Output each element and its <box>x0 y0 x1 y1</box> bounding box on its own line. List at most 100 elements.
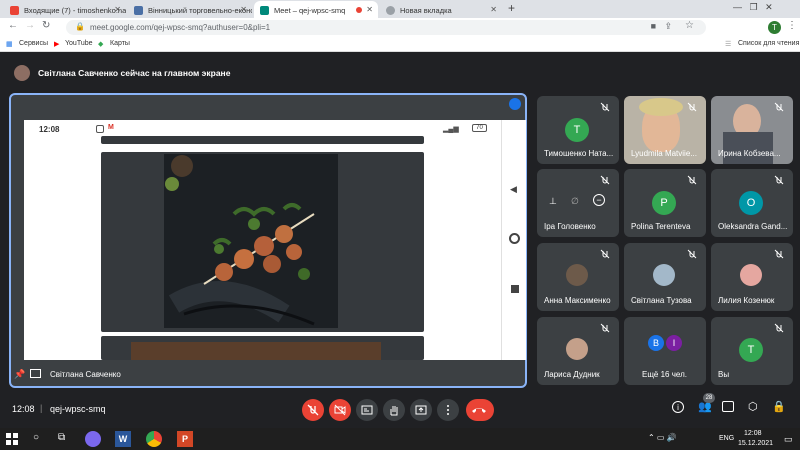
close-icon[interactable]: ✕ <box>366 5 373 14</box>
apps-grid-icon[interactable]: ▦ <box>6 40 13 48</box>
clock-time: 12:08 <box>744 430 762 437</box>
more-participants-tile[interactable]: B I Ещё 16 чел. <box>624 317 706 385</box>
tab-label: Вінницький торговельно-еконс <box>148 6 252 15</box>
camera-icon[interactable]: ■ <box>651 21 656 31</box>
participant-tile[interactable]: ⊥ ∅ − Іра Головенко <box>537 169 619 237</box>
tab-label: Новая вкладка <box>400 6 452 15</box>
bookmark-services[interactable]: Сервисы <box>19 40 48 47</box>
participant-name: Іра Головенко <box>544 222 596 231</box>
participant-tile[interactable]: Ирина Кобзева... <box>711 96 793 164</box>
avatar <box>653 264 675 286</box>
food-photo <box>164 154 338 328</box>
participant-name: Лариса Дудник <box>544 370 600 379</box>
participant-name: Oleksandra Gand... <box>718 222 788 231</box>
present-button[interactable] <box>410 399 432 421</box>
url-field[interactable]: 🔒 meet.google.com/qej-wpsc-smq?authuser=… <box>66 20 706 35</box>
speaking-indicator-icon <box>509 98 521 110</box>
pin-icon[interactable]: ⊥ <box>549 196 557 207</box>
bookmark-star-icon[interactable]: ☆ <box>685 20 694 31</box>
search-icon[interactable]: ○ <box>33 432 39 443</box>
camera-toggle-button[interactable] <box>329 399 351 421</box>
site-icon <box>134 6 143 15</box>
task-view-icon[interactable]: ⧉ <box>58 432 65 443</box>
tab-gmail[interactable]: Входящие (7) - timoshenko.nata ✕ <box>4 1 126 18</box>
mic-off-icon <box>774 102 784 112</box>
chat-icon[interactable] <box>722 401 734 412</box>
gmail-icon: M <box>108 124 114 131</box>
home-circle-icon[interactable] <box>509 233 520 244</box>
language-indicator[interactable]: ENG <box>719 435 734 442</box>
end-call-button[interactable] <box>466 399 494 421</box>
new-tab-icon[interactable]: + <box>508 1 515 15</box>
lock-icon: 🔒 <box>75 22 85 31</box>
participant-tile[interactable]: T Тимошенко Ната... <box>537 96 619 164</box>
participant-name: Ирина Кобзева... <box>718 149 781 158</box>
tab-meet[interactable]: Meet – qej-wpsc-smq ✕ <box>254 1 378 18</box>
reload-icon[interactable]: ↻ <box>42 20 50 31</box>
bookmark-maps[interactable]: Карты <box>110 40 130 47</box>
recents-square-icon[interactable] <box>511 285 519 293</box>
participant-name: Вы <box>718 370 730 379</box>
meet-icon <box>260 6 269 15</box>
reading-list[interactable]: Список для чтения <box>738 40 799 47</box>
back-icon[interactable]: ← <box>8 20 18 31</box>
clock-date: 15.12.2021 <box>738 440 774 447</box>
activities-icon[interactable]: ⬡ <box>748 400 758 413</box>
avatar <box>740 264 762 286</box>
profile-avatar[interactable]: T <box>768 21 781 34</box>
meeting-code: qej-wpsc-smq <box>50 404 106 414</box>
avatar <box>14 65 30 81</box>
info-icon[interactable]: i <box>672 401 684 413</box>
close-icon[interactable]: ✕ <box>240 5 247 14</box>
powerpoint-icon[interactable]: P <box>177 431 193 447</box>
window-controls[interactable]: — ❐ ✕ <box>733 2 773 13</box>
separator: | <box>40 403 43 413</box>
avatar: T <box>739 338 763 362</box>
participant-name: Lyudmila Matviie... <box>631 149 697 158</box>
reading-list-icon: ☰ <box>725 41 732 48</box>
phone-nav-bar: ◀ <box>501 120 526 360</box>
mic-off-icon <box>687 249 697 259</box>
participant-name: Лилия Козенюк <box>718 296 775 305</box>
self-tile[interactable]: T Вы <box>711 317 793 385</box>
close-icon[interactable]: ✕ <box>114 5 121 14</box>
tab-university[interactable]: Вінницький торговельно-еконс ✕ <box>128 1 252 18</box>
forward-icon[interactable]: → <box>25 20 35 31</box>
bookmark-youtube[interactable]: YouTube <box>65 40 93 47</box>
phone-time: 12:08 <box>39 125 60 134</box>
pin-icon[interactable]: 📌 <box>14 369 25 380</box>
captions-button[interactable] <box>356 399 378 421</box>
participant-tile[interactable]: O Oleksandra Gand... <box>711 169 793 237</box>
present-screen-icon <box>415 405 427 415</box>
participant-tile[interactable]: Світлана Тузова <box>624 243 706 311</box>
viber-icon[interactable] <box>85 431 101 447</box>
participant-tile[interactable]: Анна Максименко <box>537 243 619 311</box>
tab-new[interactable]: Новая вкладка ✕ <box>380 1 502 18</box>
host-controls-icon[interactable]: 🔒 <box>772 400 786 413</box>
word-icon[interactable]: W <box>115 431 131 447</box>
participant-tile[interactable]: Лариса Дудник <box>537 317 619 385</box>
raise-hand-button[interactable] <box>383 399 405 421</box>
windows-start-icon[interactable] <box>6 433 18 445</box>
chrome-icon[interactable] <box>146 431 162 447</box>
mic-off-icon <box>600 175 610 185</box>
more-options-button[interactable] <box>437 399 459 421</box>
more-vert-icon <box>447 405 449 415</box>
participant-tile[interactable]: Лилия Козенюк <box>711 243 793 311</box>
participant-tile[interactable]: Lyudmila Matviie... <box>624 96 706 164</box>
notifications-icon[interactable]: ▭ <box>784 434 793 445</box>
back-triangle-icon[interactable]: ◀ <box>510 184 517 195</box>
remove-icon[interactable]: − <box>593 194 605 206</box>
browser-tab-strip: Входящие (7) - timoshenko.nata ✕ Вінниць… <box>0 0 800 18</box>
tray-icons[interactable]: ⌃ ▭ 🔊 <box>648 433 677 442</box>
more-participants-label: Ещё 16 чел. <box>642 370 687 379</box>
mic-off-icon: ∅ <box>571 196 579 206</box>
more-menu-icon[interactable]: ⋮ <box>787 20 797 31</box>
close-icon[interactable]: ✕ <box>490 5 497 14</box>
avatar <box>566 338 588 360</box>
gmail-icon <box>10 6 19 15</box>
share-icon[interactable]: ⇪ <box>664 21 672 32</box>
participant-count-badge: 28 <box>703 393 715 403</box>
mic-toggle-button[interactable] <box>302 399 324 421</box>
participant-tile[interactable]: P Polina Terenteva <box>624 169 706 237</box>
